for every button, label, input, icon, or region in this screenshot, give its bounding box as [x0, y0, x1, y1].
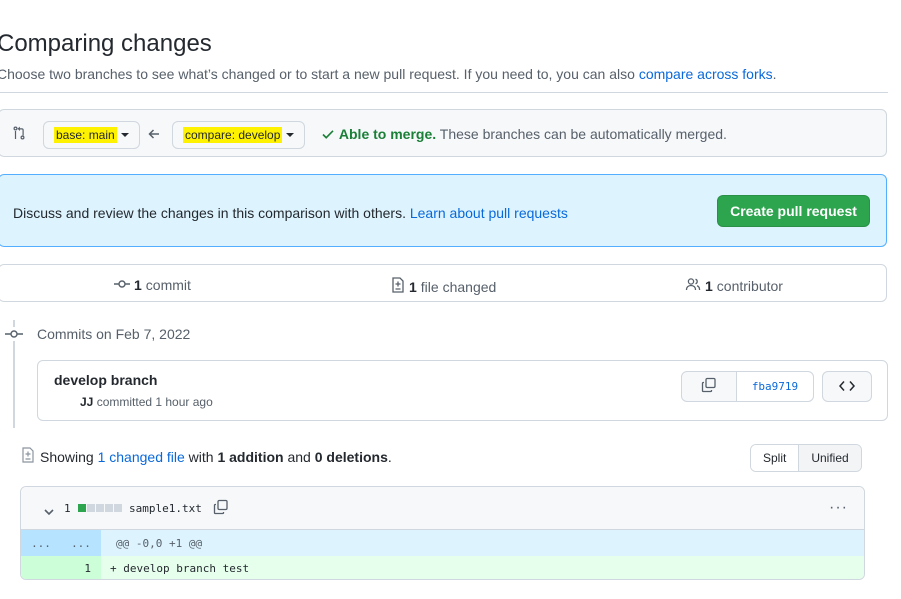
summary-contributors[interactable]: 1 contributor [685, 277, 783, 294]
hunk-old-expand[interactable]: ... [21, 530, 61, 556]
summary-commits[interactable]: 1 commit [114, 277, 191, 293]
commit-icon [4, 327, 24, 341]
check-icon [321, 127, 335, 144]
commits-label: commit [145, 277, 191, 293]
file-diff-icon [21, 447, 35, 466]
commits-count: 1 [134, 277, 142, 293]
create-pull-request-button[interactable]: Create pull request [717, 195, 870, 227]
merge-note: These branches can be automatically merg… [436, 126, 727, 142]
summary-files[interactable]: 1 file changed [391, 277, 496, 296]
diffstat-neutral-block [114, 504, 122, 512]
divider [0, 92, 888, 93]
compare-across-forks-link[interactable]: compare across forks [639, 66, 773, 82]
diffstat-neutral-block [87, 504, 95, 512]
copy-icon [701, 377, 717, 396]
copy-icon[interactable] [213, 499, 229, 518]
showing-prefix: Showing [40, 449, 98, 465]
subtitle-text: Choose two branches to see what’s change… [0, 66, 639, 82]
contributors-count: 1 [705, 277, 713, 294]
hunk-new-expand[interactable]: ... [61, 530, 101, 556]
range-editor: base: main compare: develop Able to merg… [0, 109, 887, 157]
compare-branch-label: compare: develop [183, 127, 283, 143]
files-count: 1 [409, 278, 417, 295]
added-line-row: 1 + develop branch test [21, 556, 864, 579]
split-view-button[interactable]: Split [751, 445, 800, 471]
hunk-header-row: ... ... @@ -0,0 +1 @@ [21, 530, 864, 556]
diffstat-neutral-block [105, 504, 113, 512]
commit-item: develop branch JJ committed 1 hour ago f… [37, 360, 888, 421]
diffstat-blocks [78, 504, 122, 512]
file-diff: 1 sample1.txt ··· ... ... @@ -0,0 +1 @@ … [20, 486, 865, 580]
page-subtitle: Choose two branches to see what’s change… [0, 66, 777, 82]
showing-with: with [184, 449, 218, 465]
showing-and: and [283, 449, 315, 465]
blankslate-text: Discuss and review the changes in this c… [13, 205, 568, 221]
diffstat-neutral-block [96, 504, 104, 512]
commit-sha-link[interactable]: fba9719 [737, 372, 813, 401]
commit-author[interactable]: JJ [80, 395, 93, 409]
hunk-header-text: @@ -0,0 +1 @@ [116, 537, 203, 550]
blankslate-message: Discuss and review the changes in this c… [13, 205, 410, 221]
caret-down-icon [120, 133, 129, 137]
diff-view-toggle: Split Unified [750, 444, 862, 472]
diff-line-count: 1 [64, 502, 71, 515]
contributors-label: contributor [716, 277, 783, 294]
file-name-link[interactable]: sample1.txt [129, 502, 202, 515]
browse-repository-button[interactable] [822, 371, 872, 402]
files-label: file changed [420, 278, 497, 295]
chevron-down-icon[interactable] [43, 504, 55, 520]
arrow-left-icon [147, 127, 161, 144]
kebab-menu-icon[interactable]: ··· [829, 499, 848, 517]
compare-summary: 1 commit 1 file changed 1 contributor [0, 264, 887, 302]
showing-end: . [387, 449, 392, 465]
commit-message-link[interactable]: develop branch [54, 372, 157, 388]
commits-group-date: Commits on Feb 7, 2022 [37, 326, 191, 342]
merge-status: Able to merge. These branches can be aut… [321, 126, 727, 144]
added-line-text: + develop branch test [110, 562, 250, 575]
code-icon [838, 379, 856, 395]
changed-files-link[interactable]: 1 changed file [98, 449, 185, 465]
compare-blankslate: Discuss and review the changes in this c… [0, 174, 887, 247]
unified-view-button[interactable]: Unified [799, 445, 861, 471]
commit-icon [114, 277, 130, 293]
diff-summary: Showing 1 changed file with 1 addition a… [40, 449, 392, 465]
commit-time: committed 1 hour ago [93, 395, 213, 409]
commit-sha-group: fba9719 [681, 371, 814, 402]
diffstat-added-block [78, 504, 86, 512]
subtitle-end: . [772, 66, 777, 82]
additions-count: 1 addition [217, 449, 284, 465]
compare-branch-select[interactable]: compare: develop [172, 121, 306, 149]
caret-down-icon [286, 133, 295, 137]
base-branch-select[interactable]: base: main [43, 121, 140, 149]
learn-pull-requests-link[interactable]: Learn about pull requests [410, 205, 568, 221]
base-branch-label: base: main [54, 127, 117, 143]
file-header: 1 sample1.txt ··· [21, 487, 864, 530]
commit-meta: JJ committed 1 hour ago [80, 395, 213, 409]
git-compare-icon [11, 125, 27, 144]
page-title: Comparing changes [0, 30, 212, 57]
people-icon [685, 277, 701, 294]
deletions-count: 0 deletions [314, 449, 388, 465]
file-diff-icon [391, 277, 405, 296]
new-line-number[interactable]: 1 [21, 556, 101, 579]
merge-status-label: Able to merge. [338, 126, 437, 142]
copy-sha-button[interactable] [682, 372, 737, 401]
